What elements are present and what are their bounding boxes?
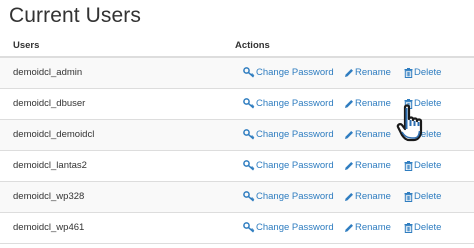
rename-link[interactable]: Rename — [344, 67, 391, 78]
change-password-link[interactable]: Change Password — [243, 222, 334, 233]
rename-label: Rename — [355, 67, 391, 78]
user-name: demoidcl_wp328 — [13, 191, 85, 202]
user-name: demoidcl_admin — [13, 67, 83, 78]
pencil-icon — [345, 68, 353, 77]
hand-pointer-cursor — [396, 104, 423, 142]
delete-label: Delete — [414, 67, 442, 78]
delete-label: Delete — [414, 191, 442, 202]
rename-label: Rename — [355, 160, 391, 171]
user-name: demoidcl_demoidcl — [13, 129, 95, 140]
rename-label: Rename — [355, 191, 391, 202]
change-password-label: Change Password — [256, 67, 334, 78]
trash-icon — [404, 67, 413, 78]
pencil-icon — [345, 192, 353, 201]
key-icon — [243, 129, 255, 140]
rename-link[interactable]: Rename — [344, 98, 391, 109]
change-password-label: Change Password — [256, 98, 334, 109]
change-password-label: Change Password — [256, 160, 334, 171]
table-header: Users Actions — [0, 36, 474, 58]
page-title: Current Users — [9, 4, 141, 27]
change-password-label: Change Password — [256, 191, 334, 202]
change-password-label: Change Password — [256, 129, 334, 140]
table-row: demoidcl_wp461 Change Password Rename De… — [0, 213, 474, 244]
pencil-icon — [345, 161, 353, 170]
delete-label: Delete — [414, 222, 442, 233]
table-row: demoidcl_wp328 Change Password Rename De… — [0, 182, 474, 213]
key-icon — [243, 160, 255, 171]
delete-link[interactable]: Delete — [404, 222, 441, 233]
rename-link[interactable]: Rename — [344, 129, 391, 140]
trash-icon — [404, 160, 413, 171]
change-password-label: Change Password — [256, 222, 334, 233]
delete-link[interactable]: Delete — [404, 160, 441, 171]
pencil-icon — [345, 223, 353, 232]
user-name: demoidcl_dbuser — [13, 98, 86, 109]
key-icon — [243, 191, 255, 202]
key-icon — [243, 67, 255, 78]
change-password-link[interactable]: Change Password — [243, 98, 334, 109]
delete-link[interactable]: Delete — [404, 191, 441, 202]
change-password-link[interactable]: Change Password — [243, 129, 334, 140]
trash-icon — [404, 222, 413, 233]
pencil-icon — [345, 99, 353, 108]
actions-column-header: Actions — [235, 40, 270, 51]
rename-label: Rename — [355, 222, 391, 233]
key-icon — [243, 98, 255, 109]
user-name: demoidcl_wp461 — [13, 222, 85, 233]
rename-link[interactable]: Rename — [344, 222, 391, 233]
rename-label: Rename — [355, 129, 391, 140]
user-name: demoidcl_lantas2 — [13, 160, 87, 171]
delete-label: Delete — [414, 160, 442, 171]
rename-label: Rename — [355, 98, 391, 109]
pencil-icon — [345, 130, 353, 139]
rename-link[interactable]: Rename — [344, 191, 391, 202]
change-password-link[interactable]: Change Password — [243, 67, 334, 78]
change-password-link[interactable]: Change Password — [243, 160, 334, 171]
trash-icon — [404, 191, 413, 202]
rename-link[interactable]: Rename — [344, 160, 391, 171]
delete-link[interactable]: Delete — [404, 67, 441, 78]
users-column-header: Users — [13, 40, 40, 51]
key-icon — [243, 222, 255, 233]
table-row: demoidcl_admin Change Password Rename De… — [0, 58, 474, 89]
table-row: demoidcl_lantas2 Change Password Rename … — [0, 151, 474, 182]
change-password-link[interactable]: Change Password — [243, 191, 334, 202]
